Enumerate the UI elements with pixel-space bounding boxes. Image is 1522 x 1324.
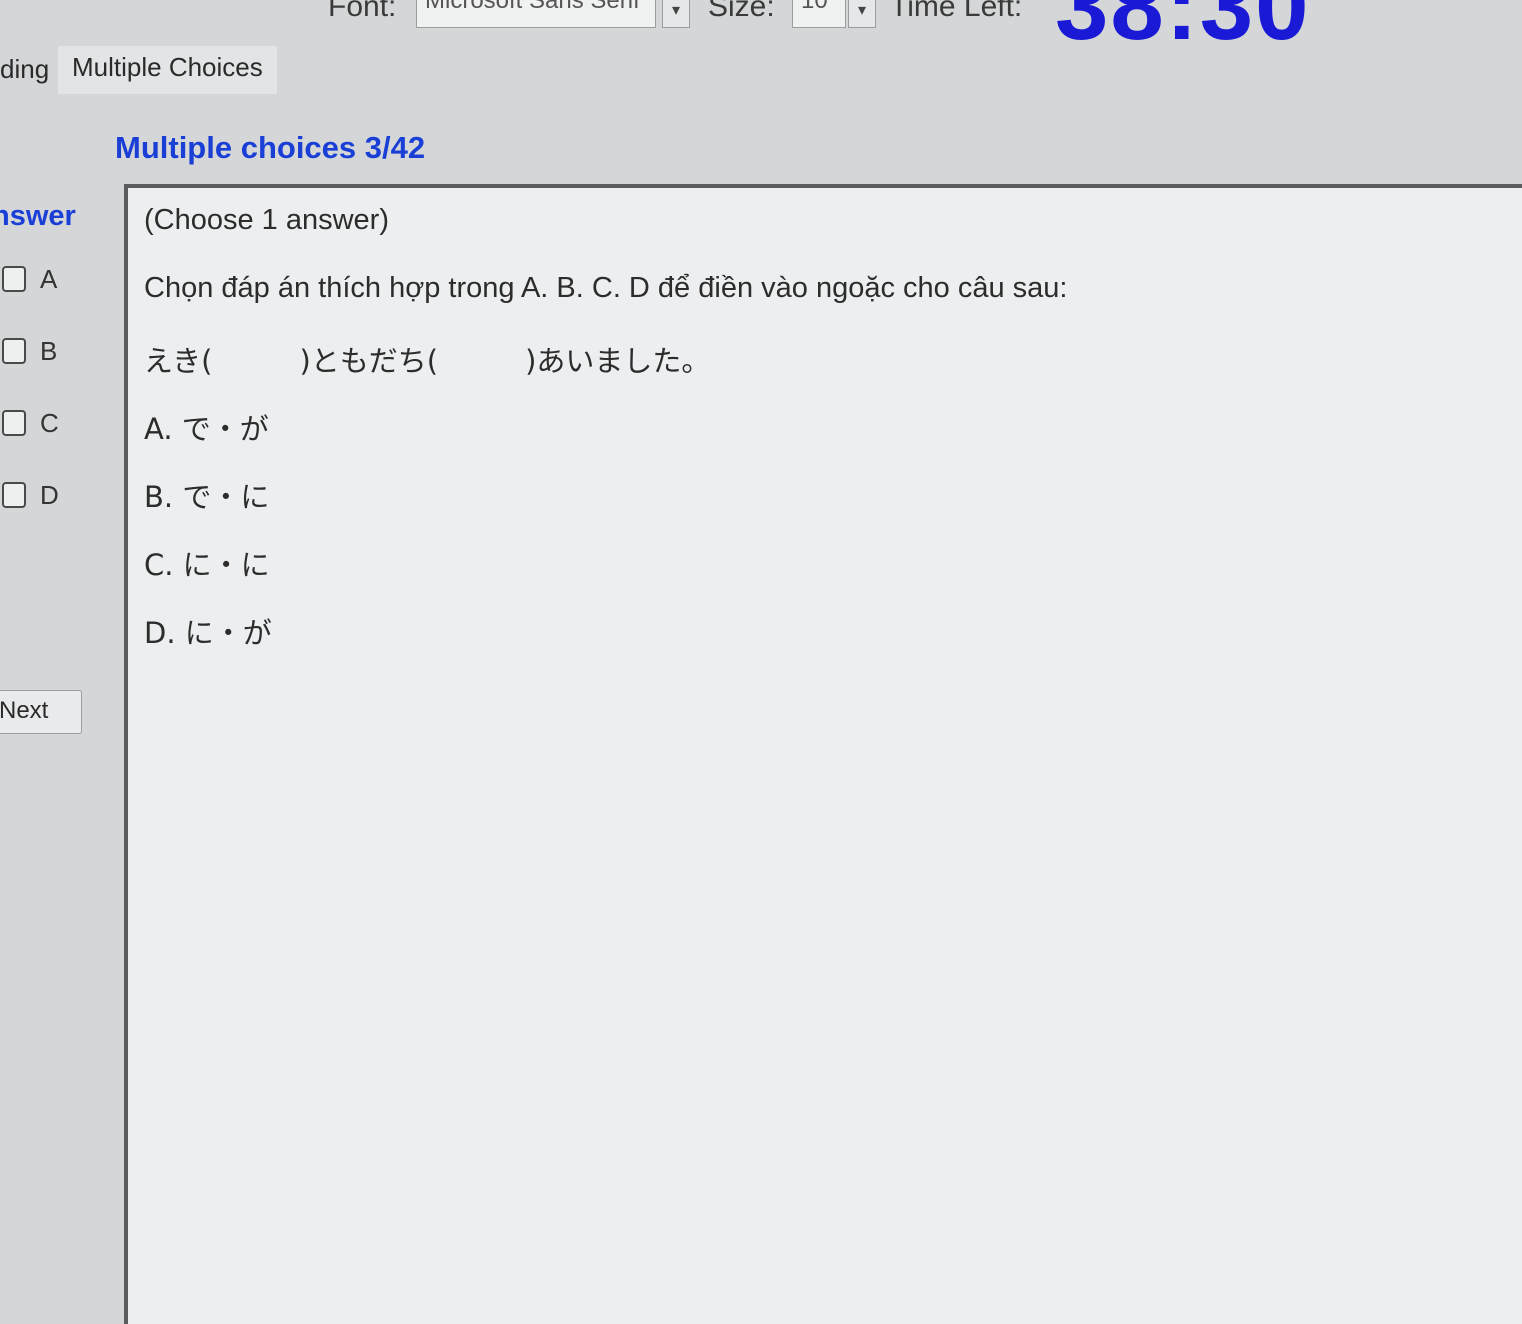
size-dropdown-arrow-icon[interactable]: ▾ — [848, 0, 876, 28]
countdown-timer: 38:30 — [1055, 0, 1311, 60]
question-panel: (Choose 1 answer) Chọn đáp án thích hợp … — [124, 184, 1522, 1324]
answer-column-title: nswer — [0, 200, 76, 232]
choice-c: C. に・に — [144, 548, 270, 582]
tab-multiple-choices[interactable]: Multiple Choices — [58, 46, 277, 94]
font-dropdown-arrow-icon[interactable]: ▾ — [662, 0, 690, 28]
option-letter-c: C — [40, 408, 59, 438]
checkbox-a[interactable] — [2, 266, 26, 292]
font-select[interactable]: Microsoft Sans Serif — [416, 0, 656, 28]
size-label: Size: — [708, 0, 775, 23]
font-label: Font: — [328, 0, 397, 23]
time-left-label: Time Left: — [890, 0, 1023, 23]
size-select-value: 10 — [801, 0, 828, 14]
choice-d: D. に・が — [144, 616, 272, 650]
question-sentence: えき( )ともだち( )あいました。 — [144, 344, 711, 378]
checkbox-b[interactable] — [2, 338, 26, 364]
question-instruction: (Choose 1 answer) — [144, 204, 389, 236]
question-prompt: Chọn đáp án thích hợp trong A. B. C. D đ… — [144, 272, 1068, 304]
option-letter-b: B — [40, 336, 58, 366]
checkbox-c[interactable] — [2, 410, 26, 436]
option-letter-d: D — [40, 480, 59, 510]
choice-a: A. で・が — [144, 412, 269, 446]
size-select[interactable]: 10 — [792, 0, 846, 28]
choice-b: B. で・に — [144, 480, 270, 514]
option-letter-a: A — [40, 264, 58, 294]
toolbar: Font: Microsoft Sans Serif ▾ Size: 10 ▾ … — [0, 0, 1522, 60]
font-select-value: Microsoft Sans Serif — [425, 0, 640, 14]
tab-reading[interactable]: ding — [0, 54, 49, 85]
checkbox-d[interactable] — [2, 482, 26, 508]
section-title: Multiple choices 3/42 — [115, 130, 426, 165]
next-button[interactable]: Next — [0, 690, 82, 734]
